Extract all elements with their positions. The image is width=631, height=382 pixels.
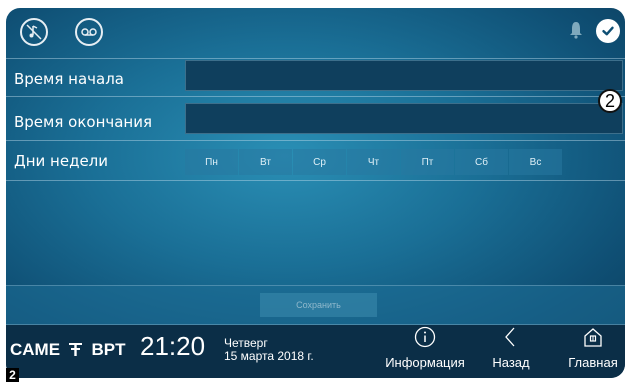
- annotation-marker: 2: [598, 89, 622, 113]
- day-fri-button[interactable]: Пт: [401, 149, 454, 175]
- day-wed-button[interactable]: Ср: [293, 149, 346, 175]
- home-nav-button[interactable]: Главная: [553, 326, 631, 370]
- screen: Время начала Время окончания 2 Дни недел…: [0, 0, 631, 382]
- day-thu-button[interactable]: Чт: [347, 149, 400, 175]
- day-mon-button[interactable]: Пн: [185, 149, 238, 175]
- divider: [6, 58, 625, 59]
- divider: [6, 140, 625, 141]
- brand-logo: CAME BPT: [10, 340, 126, 359]
- day-sun-button[interactable]: Вс: [509, 149, 562, 175]
- divider: [6, 180, 625, 181]
- date-text: 15 марта 2018 г.: [224, 349, 314, 363]
- back-chevron-icon: [505, 327, 515, 347]
- divider: [6, 96, 625, 97]
- info-nav-button[interactable]: Информация: [385, 326, 465, 370]
- weekdays-label: Дни недели: [14, 152, 109, 170]
- start-time-field[interactable]: [185, 60, 623, 91]
- info-icon: [414, 326, 436, 348]
- weekday-text: Четверг: [224, 336, 268, 350]
- top-bar: [6, 8, 625, 58]
- back-label: Назад: [492, 355, 530, 370]
- start-time-label: Время начала: [14, 70, 124, 88]
- device-panel: Время начала Время окончания 2 Дни недел…: [6, 8, 625, 378]
- weekday-selector: Пн Вт Ср Чт Пт Сб Вс: [185, 149, 563, 175]
- home-label: Главная: [568, 355, 618, 370]
- day-tue-button[interactable]: Вт: [239, 149, 292, 175]
- bell-icon[interactable]: [569, 21, 583, 39]
- end-time-label: Время окончания: [14, 113, 153, 131]
- info-label: Информация: [385, 355, 465, 370]
- music-mute-icon[interactable]: [20, 18, 48, 46]
- clock: 21:20: [140, 331, 206, 361]
- back-nav-button[interactable]: Назад: [471, 326, 551, 370]
- corner-marker: 2: [6, 368, 19, 382]
- check-icon[interactable]: [596, 19, 620, 43]
- home-icon: [584, 328, 602, 347]
- end-time-field[interactable]: [185, 103, 623, 134]
- voicemail-icon[interactable]: [75, 18, 103, 46]
- save-button[interactable]: Сохранить: [260, 293, 377, 317]
- day-sat-button[interactable]: Сб: [455, 149, 508, 175]
